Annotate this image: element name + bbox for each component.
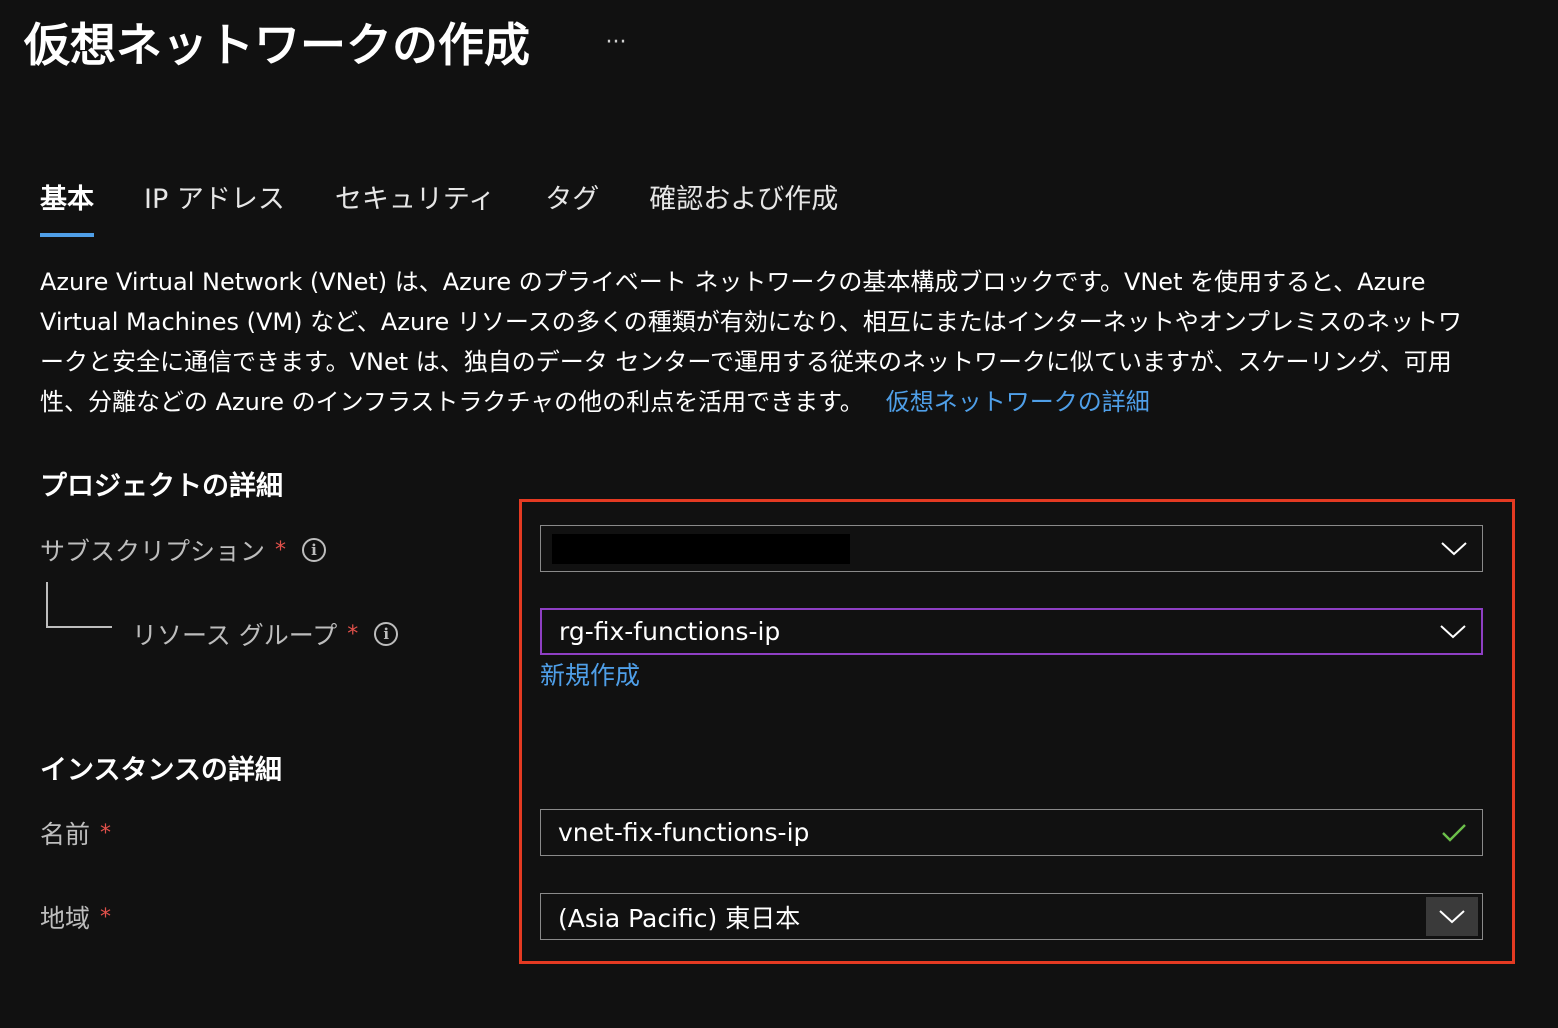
- subscription-label: サブスクリプション: [40, 537, 266, 566]
- vnet-name-input[interactable]: vnet-fix-functions-ip: [540, 809, 1483, 856]
- chevron-down-icon: [1426, 526, 1482, 571]
- region-label-row: 地域 *: [40, 897, 111, 937]
- region-value: (Asia Pacific) 東日本: [558, 903, 801, 933]
- subscription-label-row: サブスクリプション * i: [40, 530, 327, 570]
- vnet-name-value: vnet-fix-functions-ip: [558, 818, 810, 847]
- resource-group-label: リソース グループ: [132, 621, 338, 650]
- subscription-dropdown[interactable]: [540, 525, 1483, 572]
- resource-group-dropdown[interactable]: rg-fix-functions-ip: [540, 608, 1483, 655]
- vnet-learn-more-link[interactable]: 仮想ネットワークの詳細: [886, 388, 1150, 416]
- page-title: 仮想ネットワークの作成: [24, 18, 530, 72]
- info-icon[interactable]: i: [374, 622, 399, 646]
- tab-bar: 基本 IP アドレス セキュリティ タグ 確認および作成: [40, 178, 888, 240]
- project-details-heading: プロジェクトの詳細: [40, 471, 283, 502]
- create-new-resource-group-link[interactable]: 新規作成: [540, 656, 640, 692]
- resource-group-label-row: リソース グループ * i: [132, 614, 399, 654]
- tab-security[interactable]: セキュリティ: [335, 178, 495, 240]
- required-marker: *: [100, 820, 112, 846]
- description-text: Azure Virtual Network (VNet) は、Azure のプラ…: [40, 268, 1463, 416]
- instance-details-heading: インスタンスの詳細: [40, 755, 282, 786]
- required-marker: *: [100, 904, 112, 930]
- checkmark-icon: [1426, 810, 1482, 855]
- tab-basics[interactable]: 基本: [40, 178, 94, 240]
- region-label: 地域: [40, 904, 91, 933]
- chevron-down-icon: [1426, 897, 1478, 936]
- required-marker: *: [275, 537, 287, 563]
- more-options-button[interactable]: ···: [598, 24, 634, 60]
- tab-tags[interactable]: タグ: [545, 178, 599, 240]
- required-marker: *: [347, 621, 359, 647]
- chevron-down-icon: [1425, 610, 1481, 653]
- info-icon[interactable]: i: [302, 538, 327, 562]
- tree-connector: [46, 582, 112, 628]
- name-label-row: 名前 *: [40, 813, 111, 853]
- resource-group-value: rg-fix-functions-ip: [559, 617, 781, 646]
- region-dropdown[interactable]: (Asia Pacific) 東日本: [540, 893, 1483, 940]
- redacted-subscription-value: [552, 533, 850, 564]
- vnet-description: Azure Virtual Network (VNet) は、Azure のプラ…: [40, 262, 1480, 422]
- tab-review-create[interactable]: 確認および作成: [649, 178, 838, 240]
- name-label: 名前: [40, 820, 91, 849]
- tab-ip-addresses[interactable]: IP アドレス: [144, 178, 285, 240]
